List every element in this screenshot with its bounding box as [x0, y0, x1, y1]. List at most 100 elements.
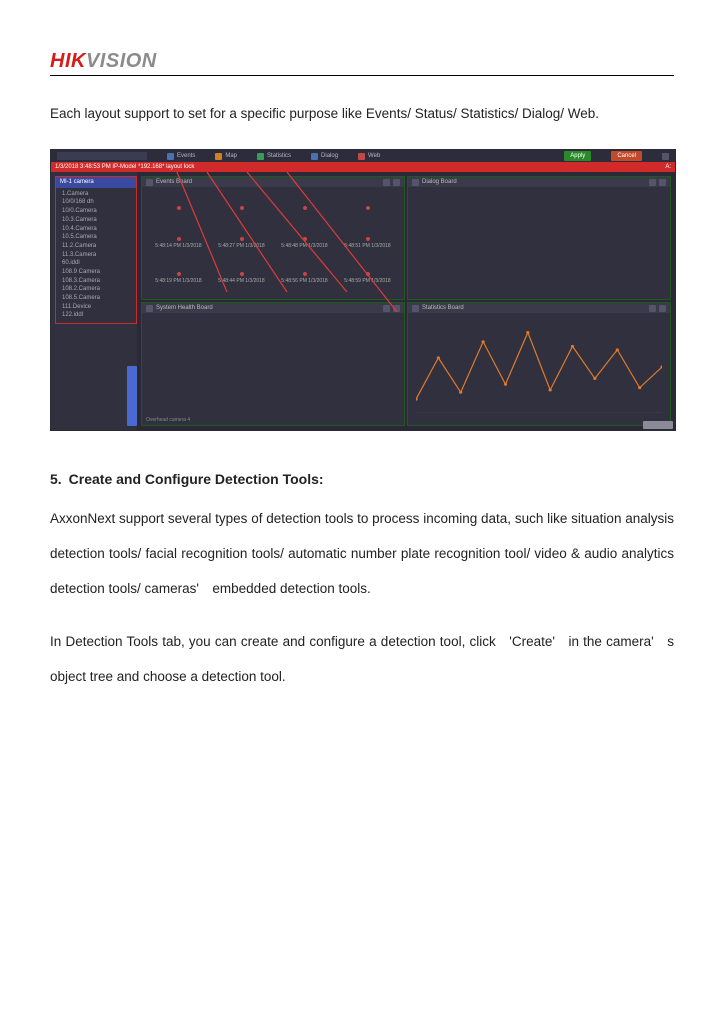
- embedded-screenshot: Events Map Statistics Dialog Web Apply C…: [50, 149, 676, 431]
- event-dot-icon: [240, 272, 244, 276]
- event-dot-icon: [240, 237, 244, 241]
- panel-title: Statistics Board: [422, 305, 464, 311]
- tree-item[interactable]: 10.5.Camera: [62, 233, 132, 242]
- tree-item[interactable]: 10.3.Camera: [62, 216, 132, 225]
- event-time: 5:48:48 PM 1/3/2018: [281, 243, 327, 249]
- tree-root[interactable]: MI-1 camera: [56, 177, 136, 188]
- section-heading: 5. Create and Configure Detection Tools:: [50, 471, 674, 487]
- panel-close-icon[interactable]: [659, 179, 666, 186]
- panel-close-icon[interactable]: [659, 305, 666, 312]
- event-dot-icon: [177, 237, 181, 241]
- status-bar-right-text: A:: [665, 164, 671, 170]
- paragraph-create: In Detection Tools tab, you can create a…: [50, 624, 674, 694]
- event-time: 5:48:59 PM 1/3/2018: [344, 278, 390, 284]
- top-tab-statistics[interactable]: Statistics: [257, 153, 291, 160]
- tree-item[interactable]: 10/0/168 dh: [62, 198, 132, 207]
- resize-handle[interactable]: [643, 421, 673, 429]
- panel-indicator-icon: [146, 179, 153, 186]
- brand-logo: HIKVISION: [50, 50, 157, 72]
- top-tab-label: Map: [225, 153, 237, 159]
- dialog-icon: [311, 153, 318, 160]
- event-time: 5:48:44 PM 1/3/2018: [218, 278, 264, 284]
- top-tab-label: Events: [177, 153, 195, 159]
- status-bar-text: 1/3/2018 3:48:53 PM IP-Model *192.168* l…: [55, 164, 194, 170]
- paragraph-intro: Each layout support to set for a specifi…: [50, 96, 674, 131]
- event-cell[interactable]: 5:48:19 PM 1/3/2018: [148, 262, 209, 295]
- tree-item[interactable]: 10.4.Camera: [62, 225, 132, 234]
- status-bar-right: A:: [665, 164, 671, 170]
- event-cell[interactable]: 5:48:56 PM 1/3/2018: [274, 262, 335, 295]
- events-icon: [167, 153, 174, 160]
- event-dot-icon: [303, 237, 307, 241]
- event-cell[interactable]: 5:48:48 PM 1/3/2018: [274, 226, 335, 259]
- panel-settings-icon[interactable]: [383, 305, 390, 312]
- event-time: 5:48:14 PM 1/3/2018: [155, 243, 201, 249]
- panel-settings-icon[interactable]: [649, 305, 656, 312]
- sidebar-handle[interactable]: [127, 366, 137, 426]
- panel-settings-icon[interactable]: [383, 179, 390, 186]
- search-input[interactable]: [57, 152, 147, 160]
- apply-button[interactable]: Apply: [564, 151, 591, 161]
- map-icon: [215, 153, 222, 160]
- panel-health[interactable]: System Health Board Overhead camera 4: [141, 302, 405, 426]
- brand-logo-part2: VISION: [86, 50, 157, 72]
- event-dot-icon: [303, 206, 307, 210]
- top-tab-web[interactable]: Web: [358, 153, 380, 160]
- tree-item[interactable]: 108.2.Camera: [62, 285, 132, 294]
- event-cell[interactable]: 5:48:51 PM 1/3/2018: [337, 226, 398, 259]
- event-cell[interactable]: [211, 191, 272, 224]
- tree-item[interactable]: 108.9 Camera: [62, 268, 132, 277]
- panel-statistics[interactable]: Statistics Board: [407, 302, 671, 426]
- camera-tree[interactable]: MI-1 camera 1.Camera 10/0/168 dh 10/0.Ca…: [55, 176, 137, 324]
- tree-item[interactable]: 108.3.Camera: [62, 277, 132, 286]
- window-icon[interactable]: [662, 153, 669, 160]
- tree-item[interactable]: 111.Device: [62, 303, 132, 312]
- event-cell[interactable]: 5:48:44 PM 1/3/2018: [211, 262, 272, 295]
- paragraph-detection: AxxonNext support several types of detec…: [50, 501, 674, 606]
- event-cell[interactable]: 5:48:59 PM 1/3/2018: [337, 262, 398, 295]
- event-cell[interactable]: [148, 191, 209, 224]
- event-cell[interactable]: 5:48:27 PM 1/3/2018: [211, 226, 272, 259]
- panel-title: Dialog Board: [422, 179, 457, 185]
- panel-settings-icon[interactable]: [649, 179, 656, 186]
- panel-indicator-icon: [146, 305, 153, 312]
- tree-item[interactable]: 11.2.Camera: [62, 242, 132, 251]
- top-tab-label: Statistics: [267, 153, 291, 159]
- event-dot-icon: [366, 272, 370, 276]
- panel-close-icon[interactable]: [393, 305, 400, 312]
- panel-dialog[interactable]: Dialog Board: [407, 176, 671, 300]
- panel-events[interactable]: Events Board 5:48:14 PM 1/3/2: [141, 176, 405, 300]
- tree-item[interactable]: 108.5.Camera: [62, 294, 132, 303]
- event-cell[interactable]: 5:48:14 PM 1/3/2018: [148, 226, 209, 259]
- header-rule: HIKVISION: [50, 50, 674, 76]
- event-dot-icon: [177, 272, 181, 276]
- event-dot-icon: [303, 272, 307, 276]
- event-dot-icon: [366, 237, 370, 241]
- tree-item[interactable]: 60.iddl: [62, 259, 132, 268]
- event-dot-icon: [177, 206, 181, 210]
- cancel-button[interactable]: Cancel: [611, 151, 642, 161]
- event-dot-icon: [366, 206, 370, 210]
- layout-canvas: Events Board 5:48:14 PM 1/3/2: [137, 172, 675, 430]
- event-time: 5:48:19 PM 1/3/2018: [155, 278, 201, 284]
- top-tab-label: Web: [368, 153, 380, 159]
- top-tab-label: Dialog: [321, 153, 338, 159]
- tree-item[interactable]: 1.Camera: [62, 190, 132, 199]
- panel-indicator-icon: [412, 179, 419, 186]
- web-icon: [358, 153, 365, 160]
- event-cell[interactable]: [337, 191, 398, 224]
- top-tab-map[interactable]: Map: [215, 153, 237, 160]
- tree-item[interactable]: 10/0.Camera: [62, 207, 132, 216]
- statistics-chart: [416, 321, 662, 413]
- panel-indicator-icon: [412, 305, 419, 312]
- top-tab-events[interactable]: Events: [167, 153, 195, 160]
- top-tab-dialog[interactable]: Dialog: [311, 153, 338, 160]
- tree-item[interactable]: 11.3.Camera: [62, 251, 132, 260]
- panel-close-icon[interactable]: [393, 179, 400, 186]
- tree-item[interactable]: 122.iddl: [62, 311, 132, 320]
- panel-footer-text: Overhead camera 4: [142, 415, 194, 425]
- event-cell[interactable]: [274, 191, 335, 224]
- brand-logo-part1: HIK: [50, 50, 86, 72]
- panel-title: Events Board: [156, 179, 192, 185]
- event-time: 5:48:51 PM 1/3/2018: [344, 243, 390, 249]
